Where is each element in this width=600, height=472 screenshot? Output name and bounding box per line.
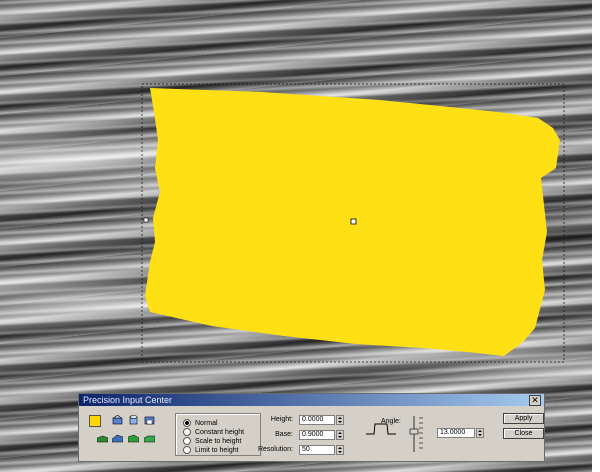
close-button[interactable]: Close xyxy=(503,428,544,439)
radio-normal[interactable] xyxy=(183,419,191,427)
arch-icon[interactable] xyxy=(144,415,155,425)
angle-field[interactable]: 13.0000 xyxy=(437,428,475,438)
resolution-label: Resolution: xyxy=(257,446,293,453)
cylinder-icon[interactable] xyxy=(128,415,139,425)
mode-label: Normal xyxy=(195,419,218,427)
base-label: Base: xyxy=(275,431,293,438)
window-edge xyxy=(592,0,600,472)
height-label: Height: xyxy=(270,416,293,423)
base-field[interactable]: 0.9000 xyxy=(299,430,335,440)
apply-button[interactable]: Apply xyxy=(503,413,544,424)
radio-scale-to-height[interactable] xyxy=(183,437,191,445)
side-handle[interactable] xyxy=(143,217,149,223)
mode-label: Limit to height xyxy=(195,446,239,454)
base-spinner[interactable] xyxy=(336,430,344,440)
radio-constant-height[interactable] xyxy=(183,428,191,436)
wall-height-icon[interactable] xyxy=(112,415,123,425)
terrain-flat-icon[interactable] xyxy=(97,433,108,443)
angle-spinner[interactable] xyxy=(476,428,484,438)
panel-title: Precision Input Center xyxy=(83,395,173,405)
center-handle[interactable] xyxy=(350,218,357,225)
resolution-spinner[interactable] xyxy=(336,445,344,455)
mode-label: Scale to height xyxy=(195,437,242,445)
panel-titlebar[interactable]: Precision Input Center ✕ xyxy=(79,394,544,406)
height-field[interactable]: 0.0000 xyxy=(299,415,335,425)
resolution-field[interactable]: 50 xyxy=(299,445,335,455)
angle-slider[interactable] xyxy=(405,414,431,454)
terrain-green-alt-icon[interactable] xyxy=(144,433,155,443)
radio-limit-to-height[interactable] xyxy=(183,446,191,454)
terrain-slope-icon[interactable] xyxy=(112,433,123,443)
height-spinner[interactable] xyxy=(336,415,344,425)
terrain-green-icon[interactable] xyxy=(128,433,139,443)
precision-input-center-panel: Precision Input Center ✕ Normal Constant… xyxy=(78,393,545,462)
angle-label: Angle: xyxy=(381,418,401,425)
fill-color-swatch[interactable] xyxy=(89,415,101,427)
mode-option-limit-to-height[interactable]: Limit to height xyxy=(183,445,239,455)
close-icon[interactable]: ✕ xyxy=(529,395,541,406)
